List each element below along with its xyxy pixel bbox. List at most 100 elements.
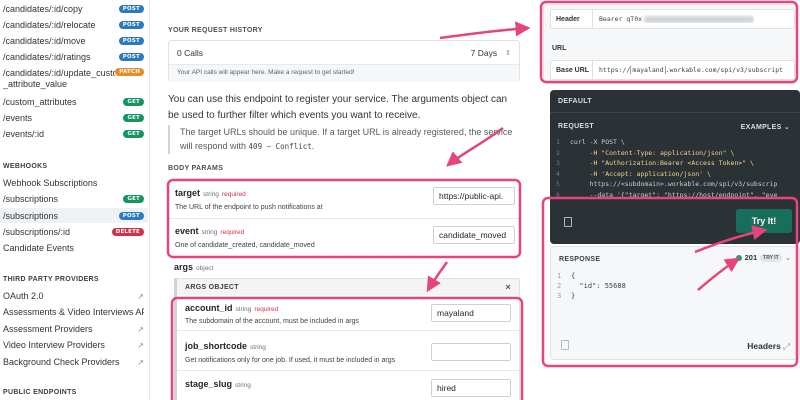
close-icon[interactable]: ×: [505, 282, 511, 292]
param-name-text: job_shortcode: [185, 341, 248, 351]
body-params-card: target string required The URL of the endp…: [168, 180, 520, 257]
sidebar-item-subscriptions-get[interactable]: /subscriptions GET: [0, 192, 148, 206]
event-input[interactable]: candidate_moved: [433, 226, 515, 244]
method-badge: POST: [118, 53, 144, 61]
sidebar-item-label: OAuth 2.0: [3, 291, 44, 301]
external-link-icon: ↗: [137, 324, 144, 334]
try-it-panel: Header Bearer qT0x URL Base URL https://…: [540, 0, 800, 400]
response-line: "id": 55688: [571, 282, 626, 290]
param-type: string: [250, 344, 266, 351]
sidebar-item-assessment-providers[interactable]: Assessment Providers ↗: [0, 322, 148, 336]
request-label: REQUEST: [558, 123, 594, 130]
args-name: args: [174, 262, 194, 272]
sidebar-item-label: Assessments & Video Interviews API: [3, 307, 144, 317]
sidebar-item-subscriptions-delete[interactable]: /subscriptions/:id DELETE: [0, 225, 148, 239]
method-badge: GET: [123, 130, 144, 138]
third-party-heading: THIRD PARTY PROVIDERS: [3, 276, 99, 283]
job-shortcode-input[interactable]: [431, 343, 511, 361]
response-status[interactable]: 201 TRY IT ⌄: [735, 253, 791, 262]
param-name-text: target: [175, 188, 201, 198]
headers-label: Headers: [747, 341, 781, 351]
base-url-subdomain[interactable]: mayaland: [630, 66, 666, 74]
headers-toggle[interactable]: Headers ⤢: [747, 341, 790, 352]
sidebar-item-webhook-subscriptions[interactable]: Webhook Subscriptions: [0, 176, 148, 190]
method-badge: GET: [123, 195, 144, 203]
range-select[interactable]: 7 Days ⇕: [471, 48, 511, 58]
target-input[interactable]: https://public-api.: [433, 187, 515, 205]
sidebar-item-label: /subscriptions/:id: [3, 227, 71, 237]
base-url-field[interactable]: Base URL https://mayaland .workable.com/s…: [550, 60, 795, 80]
sidebar-item-oauth[interactable]: OAuth 2.0 ↗: [0, 289, 148, 303]
sidebar-item-subscriptions-post[interactable]: /subscriptions POST: [0, 208, 148, 223]
param-name: event string required: [175, 226, 244, 236]
param-row-stage-slug: stage_slug string hired: [177, 373, 519, 400]
sidebar-item-events-id[interactable]: /events/:id GET: [0, 127, 148, 141]
app-root: /candidates/:id/copy POST /candidates/:i…: [0, 0, 800, 400]
account-id-input[interactable]: mayaland: [431, 304, 511, 322]
args-type: object: [196, 265, 214, 272]
calls-count: 0 Calls: [177, 47, 203, 58]
sidebar-item-candidates-move[interactable]: /candidates/:id/move POST: [0, 34, 148, 48]
code-line: -H 'Accept: application/json' \: [570, 169, 711, 178]
copy-icon[interactable]: [561, 340, 569, 350]
param-row-job-shortcode: job_shortcode string Get notifications on…: [177, 335, 519, 371]
sidebar-item-label: Webhook Subscriptions: [3, 178, 98, 188]
param-name: job_shortcode string: [185, 341, 266, 351]
sidebar-item-candidates-copy[interactable]: /candidates/:id/copy POST: [0, 2, 148, 16]
param-name-text: account_id: [185, 303, 233, 313]
sidebar-item-label: /events/:id: [3, 129, 45, 139]
base-url-value: https://mayaland .workable.com/spi/v3/sub…: [593, 66, 783, 74]
param-name-text: stage_slug: [185, 379, 233, 389]
code-line: --data '{"target": "https://host/endpoin…: [570, 190, 778, 199]
default-label: DEFAULT: [558, 98, 592, 105]
url-label: URL: [552, 45, 567, 52]
sidebar-item-label: Background Check Providers: [3, 357, 120, 367]
sidebar-item-label: /events: [3, 113, 33, 123]
param-desc: The subdomain of the account, must be in…: [185, 318, 359, 325]
sidebar-item-background-check-providers[interactable]: Background Check Providers ↗: [0, 355, 148, 369]
range-select-value: 7 Days: [470, 47, 498, 58]
method-badge: DELETE: [111, 228, 144, 236]
sidebar-item-candidates-ratings[interactable]: /candidates/:id/ratings POST: [0, 50, 148, 64]
response-body: 1{ 2 "id": 55688 3}: [557, 272, 626, 300]
param-desc: One of candidate_created, candidate_move…: [175, 242, 315, 249]
param-name: account_id string required: [185, 303, 278, 313]
base-url-key: Base URL: [551, 61, 593, 79]
args-object-header: ARGS OBJECT ×: [177, 279, 519, 295]
args-object-title: ARGS OBJECT: [185, 283, 239, 291]
status-dot-icon: [735, 254, 742, 261]
sidebar-item-custom-attributes[interactable]: /custom_attributes GET: [0, 95, 148, 109]
method-badge: POST: [118, 37, 144, 45]
param-type: string: [235, 306, 252, 313]
request-history-title: YOUR REQUEST HISTORY: [168, 27, 263, 34]
chevron-down-icon: ⌄: [784, 253, 791, 262]
code-line: -H "Content-Type: application/json" \: [570, 148, 735, 157]
base-url-suffix: .workable.com/spi/v3/subscript: [665, 66, 784, 74]
sidebar-item-candidates-relocate[interactable]: /candidates/:id/relocate POST: [0, 18, 148, 32]
method-badge: GET: [123, 114, 144, 122]
note-text: The target URLs should be unique. If a t…: [180, 127, 513, 151]
copy-icon[interactable]: [564, 217, 572, 227]
param-type: string: [201, 229, 218, 236]
examples-dropdown[interactable]: EXAMPLES ⌄: [741, 123, 790, 131]
method-badge: POST: [118, 5, 144, 13]
stage-slug-input[interactable]: hired: [431, 379, 511, 397]
sidebar-item-events[interactable]: /events GET: [0, 111, 148, 125]
auth-header-field[interactable]: Header Bearer qT0x: [550, 9, 795, 29]
main-content: YOUR REQUEST HISTORY 0 Calls 7 Days ⇕ Yo…: [168, 0, 520, 400]
sidebar-item-label: /candidates/:id/ratings: [3, 52, 91, 62]
sidebar-item-candidate-events[interactable]: Candidate Events: [0, 241, 148, 255]
method-badge: POST: [118, 211, 144, 220]
auth-header-value: Bearer qT0x: [593, 15, 755, 23]
method-badge: PATCH: [115, 68, 144, 76]
sidebar-item-assessments-video-api[interactable]: Assessments & Video Interviews API: [0, 305, 148, 319]
sidebar-item-video-interview-providers[interactable]: Video Interview Providers ↗: [0, 338, 148, 352]
try-it-button[interactable]: Try It!: [736, 209, 792, 233]
sidebar-item-candidates-update-custom-attribute[interactable]: /candidates/:id/update_custom _attribute…: [0, 66, 148, 92]
param-required: required: [221, 191, 246, 198]
auth-header-token: Bearer qT0x: [599, 15, 643, 23]
unique-url-note: The target URLs should be unique. If a t…: [168, 125, 520, 154]
try-it-bar: Try It!: [550, 200, 800, 244]
code-line: curl -X POST \: [570, 138, 625, 146]
note-period: .: [311, 141, 315, 151]
